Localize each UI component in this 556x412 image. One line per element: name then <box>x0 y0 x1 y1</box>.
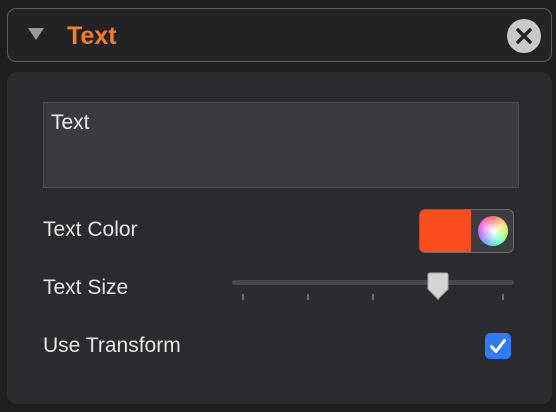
close-button[interactable] <box>507 19 541 53</box>
color-swatch[interactable] <box>420 210 471 252</box>
text-size-slider[interactable] <box>232 270 514 310</box>
text-color-label: Text Color <box>43 218 138 241</box>
use-transform-label: Use Transform <box>43 334 181 357</box>
slider-tick <box>502 294 504 300</box>
disclosure-triangle-icon[interactable] <box>28 28 44 40</box>
slider-track[interactable] <box>232 280 514 285</box>
close-icon <box>516 28 532 44</box>
checkmark-icon <box>490 339 506 353</box>
color-wheel-icon[interactable] <box>478 216 508 246</box>
section-title: Text <box>67 22 117 50</box>
slider-tick <box>372 294 374 300</box>
text-content-field[interactable]: Text <box>43 102 519 188</box>
text-size-label: Text Size <box>43 276 129 299</box>
slider-thumb[interactable] <box>427 272 449 300</box>
text-color-well[interactable] <box>419 209 514 253</box>
slider-tick <box>242 294 244 300</box>
use-transform-checkbox[interactable] <box>485 333 511 359</box>
slider-tick <box>307 294 309 300</box>
